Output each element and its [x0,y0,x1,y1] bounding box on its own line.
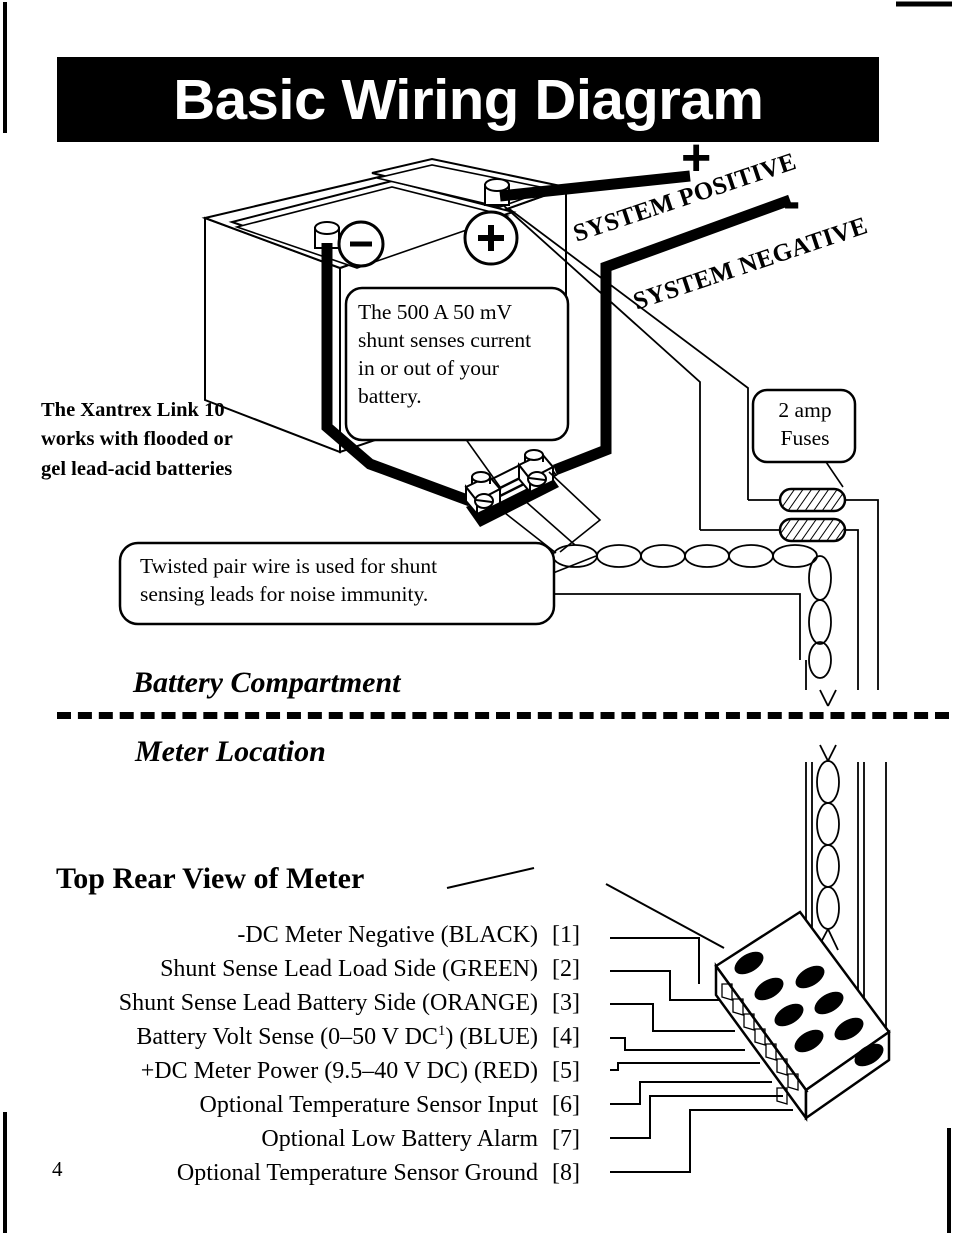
pin-row: Optional Low Battery Alarm [7] [40,1126,600,1160]
xantrex-note-line-1: The Xantrex Link 10 [41,399,225,421]
page-number: 4 [52,1157,63,1181]
callout-twisted-line-2: sensing leads for noise immunity. [140,581,429,606]
section-heading-top-rear-view: Top Rear View of Meter [56,862,365,895]
leader-toprear-heading [446,867,535,889]
callout-shunt-line-3: in or out of your [358,355,499,380]
pin-label: Battery Volt Sense (0–50 V DC1) (BLUE) [136,1024,538,1051]
pin-row: Optional Temperature Sensor Input [6] [40,1092,600,1126]
pin-number: [7] [552,1126,580,1152]
manual-page: Basic Wiring Diagram SYSTEM POSITIVE SYS… [0,0,954,1235]
pin-number: [1] [552,922,580,948]
xantrex-note-line-2: works with flooded or [41,428,233,451]
callout-fuses-text: 2 amp Fuses [762,396,848,453]
twisted-pair-vertical-upper [808,555,832,679]
section-heading-battery-compartment: Battery Compartment [133,666,401,699]
pin-row: +DC Meter Power (9.5–40 V DC) (RED) [5] [40,1058,600,1092]
pin-row: Shunt Sense Lead Load Side (GREEN) [2] [40,956,600,990]
pin-row: Battery Volt Sense (0–50 V DC1) (BLUE) [… [40,1024,600,1058]
pin-label: Shunt Sense Lead Battery Side (ORANGE) [118,990,538,1016]
pin-number: [2] [552,956,580,982]
system-negative-symbol: - [783,173,801,231]
callout-twisted-pair-text: Twisted pair wire is used for shunt sens… [140,553,544,609]
twisted-pair-horizontal [552,544,818,568]
pin-row: Shunt Sense Lead Battery Side (ORANGE) [… [40,990,600,1024]
shunt-device [464,449,559,527]
callout-shunt-text: The 500 A 50 mV shunt senses current in … [358,299,554,411]
pin-label: +DC Meter Power (9.5–40 V DC) (RED) [140,1058,538,1084]
fuse-upper [778,487,847,513]
section-divider [57,712,949,719]
pin-row: -DC Meter Negative (BLACK) [1] [40,922,600,956]
leader-fuses-callout [823,458,844,488]
pin-label-tail: ) (BLUE) [445,1024,538,1050]
terminal-pin-list: -DC Meter Negative (BLACK) [1] Shunt Sen… [40,922,600,1194]
system-positive-symbol: + [681,129,712,187]
pin-number: [8] [552,1160,580,1186]
callout-fuses-line-1: 2 amp [778,398,832,422]
pin-number: [4] [552,1024,580,1050]
xantrex-compatibility-note: The Xantrex Link 10 works with flooded o… [41,396,331,484]
page-title: Basic Wiring Diagram [172,67,764,132]
callout-twisted-line-1: Twisted pair wire is used for shunt [140,554,438,578]
pin-label: Shunt Sense Lead Load Side (GREEN) [160,956,538,982]
page-title-banner: Basic Wiring Diagram [57,57,879,142]
pin-label: Optional Low Battery Alarm [261,1126,538,1152]
callout-shunt-line-2: shunt senses current [358,327,532,352]
twisted-pair-vertical-lower [816,760,840,930]
pin-number: [5] [552,1058,580,1084]
pin-number: [3] [552,990,580,1016]
pin-label: Optional Temperature Sensor Ground [176,1160,538,1186]
callout-shunt-line-1: The 500 A 50 mV [358,300,513,324]
section-heading-meter-location: Meter Location [135,735,326,768]
xantrex-note-line-3: gel lead-acid batteries [41,457,233,480]
callout-fuses-line-2: Fuses [780,426,830,451]
terminal-block [714,910,891,1122]
fuse-lower [778,517,847,543]
pin-number: [6] [552,1092,580,1118]
pin-label: Optional Temperature Sensor Input [199,1092,538,1118]
callout-shunt-line-4: battery. [358,383,422,408]
pin-label-main: Battery Volt Sense (0–50 V DC [136,1024,438,1050]
pin-row: Optional Temperature Sensor Ground [8] [40,1160,600,1194]
pin-label: -DC Meter Negative (BLACK) [237,922,538,948]
